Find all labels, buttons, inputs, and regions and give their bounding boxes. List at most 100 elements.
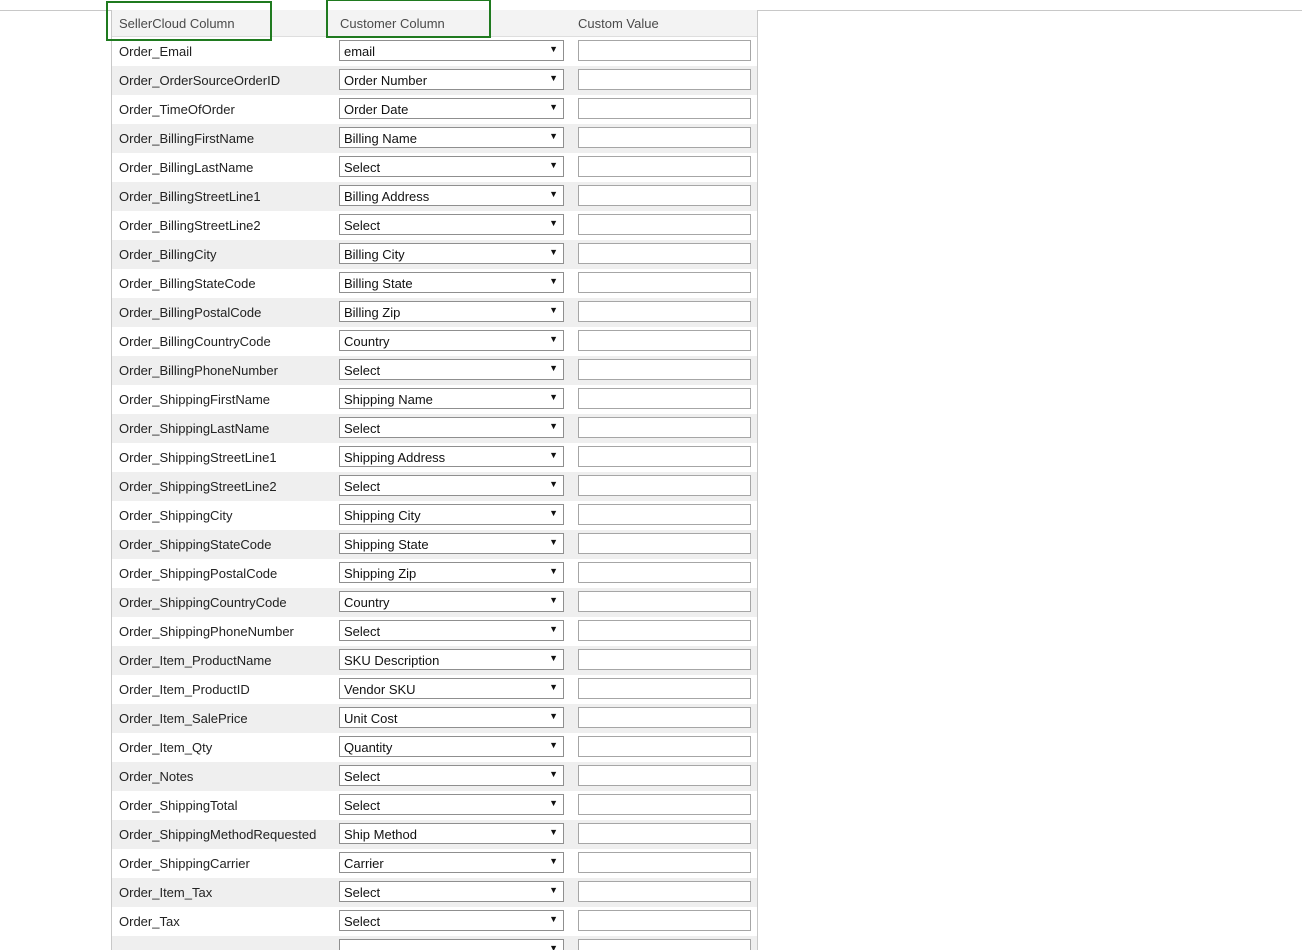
customer-column-select[interactable]: Shipping Address ▼ [339,446,564,467]
sellercloud-field-label: Order_Item_Qty [119,740,213,755]
dropdown-arrow-icon: ▼ [549,479,558,489]
customer-column-select[interactable]: Select ▼ [339,794,564,815]
customer-column-select[interactable]: Order Date ▼ [339,98,564,119]
sellercloud-field-label: Order_ShippingFirstName [119,392,271,407]
custom-value-input[interactable] [578,881,751,902]
custom-value-input[interactable] [578,562,751,583]
custom-value-input[interactable] [578,475,751,496]
custom-value-input[interactable] [578,40,751,61]
customer-column-select[interactable]: Ship Method ▼ [339,823,564,844]
custom-value-input[interactable] [578,388,751,409]
custom-value-input[interactable] [578,852,751,873]
custom-value-input[interactable] [578,794,751,815]
customer-column-select[interactable]: Billing Zip ▼ [339,301,564,322]
customer-column-select[interactable]: Vendor SKU ▼ [339,678,564,699]
select-value: Shipping Zip [344,566,417,581]
select-value: Select [344,479,381,494]
select-value: Country [344,595,390,610]
customer-column-select[interactable]: SKU Description ▼ [339,649,564,670]
custom-value-input[interactable] [578,359,751,380]
customer-column-select[interactable]: Country ▼ [339,591,564,612]
select-value: SKU Description [344,653,440,668]
customer-column-select[interactable]: Select ▼ [339,359,564,380]
dropdown-arrow-icon: ▼ [549,131,558,141]
dropdown-arrow-icon: ▼ [549,305,558,315]
select-value: Billing State [344,276,413,291]
dropdown-arrow-icon: ▼ [549,189,558,199]
customer-column-select[interactable]: Select ▼ [339,156,564,177]
customer-column-select[interactable]: Select ▼ [339,475,564,496]
custom-value-input[interactable] [578,707,751,728]
select-value: Select [344,885,381,900]
customer-column-select[interactable]: Select ▼ [339,910,564,931]
select-value: Shipping State [344,537,429,552]
select-value: Billing City [344,247,405,262]
customer-column-select[interactable]: Shipping Name ▼ [339,388,564,409]
custom-value-input[interactable] [578,533,751,554]
custom-value-input[interactable] [578,330,751,351]
custom-value-input[interactable] [578,98,751,119]
custom-value-input[interactable] [578,823,751,844]
custom-value-input[interactable] [578,620,751,641]
custom-value-input[interactable] [578,910,751,931]
custom-value-input[interactable] [578,301,751,322]
customer-column-select[interactable]: email ▼ [339,40,564,61]
sellercloud-field-label: Order_Tax [119,914,180,929]
dropdown-arrow-icon: ▼ [549,769,558,779]
sellercloud-field-label: Order_ShippingTotal [119,798,238,813]
custom-value-input[interactable] [578,214,751,235]
sellercloud-field-label: Order_BillingCity [119,247,217,262]
dropdown-arrow-icon: ▼ [549,885,558,895]
customer-column-select[interactable]: Country ▼ [339,330,564,351]
custom-value-input[interactable] [578,678,751,699]
customer-column-select[interactable]: Select ▼ [339,417,564,438]
customer-column-select[interactable]: Billing Name ▼ [339,127,564,148]
customer-column-select[interactable]: Billing State ▼ [339,272,564,293]
custom-value-input[interactable] [578,156,751,177]
customer-column-select[interactable]: Select ▼ [339,620,564,641]
dropdown-arrow-icon: ▼ [549,508,558,518]
custom-value-input[interactable] [578,417,751,438]
customer-column-select[interactable]: Billing City ▼ [339,243,564,264]
dropdown-arrow-icon: ▼ [549,392,558,402]
custom-value-input[interactable] [578,591,751,612]
select-value: Select [344,914,381,929]
sellercloud-field-label: Order_OrderSourceOrderID [119,73,281,88]
custom-value-input[interactable] [578,185,751,206]
header-sellercloud-column: SellerCloud Column [119,16,235,31]
table-row: Order_ShippingPostalCode Shipping Zip ▼ [112,559,757,588]
table-row: Order_BillingPhoneNumber Select ▼ [112,356,757,385]
custom-value-input[interactable] [578,69,751,90]
customer-column-select[interactable]: Select ▼ [339,214,564,235]
customer-column-select[interactable]: Shipping Zip ▼ [339,562,564,583]
table-row: Order_ShippingCountryCode Country ▼ [112,588,757,617]
sellercloud-field-label: Order_BillingStateCode [119,276,256,291]
customer-column-select[interactable]: Carrier ▼ [339,852,564,873]
custom-value-input[interactable] [578,272,751,293]
dropdown-arrow-icon: ▼ [549,827,558,837]
customer-column-select[interactable]: Shipping State ▼ [339,533,564,554]
dropdown-arrow-icon: ▼ [549,247,558,257]
table-row: Order_Email email ▼ [112,37,757,66]
select-value: Select [344,160,381,175]
customer-column-select[interactable]: Unit Cost ▼ [339,707,564,728]
custom-value-input[interactable] [578,446,751,467]
custom-value-input[interactable] [578,736,751,757]
sellercloud-field-label: Order_Item_Tax [119,885,213,900]
custom-value-input[interactable] [578,504,751,525]
table-row: Order_ShippingCity Shipping City ▼ [112,501,757,530]
custom-value-input[interactable] [578,127,751,148]
select-value: Vendor SKU [344,682,416,697]
custom-value-input[interactable] [578,765,751,786]
customer-column-select[interactable]: Billing Address ▼ [339,185,564,206]
customer-column-select[interactable]: Order Number ▼ [339,69,564,90]
table-row: Order_ShippingLastName Select ▼ [112,414,757,443]
customer-column-select[interactable]: Select ▼ [339,881,564,902]
table-row: Order_BillingLastName Select ▼ [112,153,757,182]
custom-value-input[interactable] [578,243,751,264]
custom-value-input[interactable] [578,649,751,670]
table-row: Order_Item_Tax Select ▼ [112,878,757,907]
customer-column-select[interactable]: Shipping City ▼ [339,504,564,525]
customer-column-select[interactable]: Select ▼ [339,765,564,786]
customer-column-select[interactable]: Quantity ▼ [339,736,564,757]
